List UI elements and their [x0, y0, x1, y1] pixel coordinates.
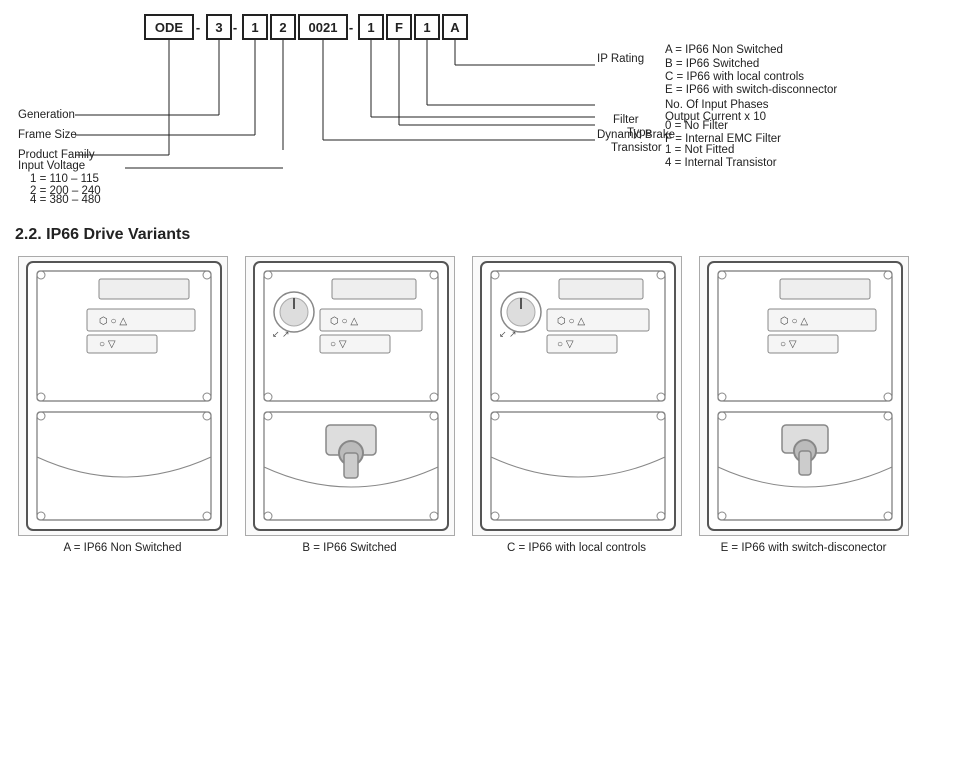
svg-text:↙ ↗: ↙ ↗	[499, 329, 517, 339]
svg-text:⬡ ○ △: ⬡ ○ △	[780, 316, 808, 327]
variant-e-card: ⬡ ○ △ ○ ▽ E =	[696, 256, 911, 554]
svg-text:Generation: Generation	[18, 109, 75, 121]
svg-text:E = IP66 with switch-disconnec: E = IP66 with switch-disconnector	[665, 84, 837, 96]
svg-text:C = IP66 with local controls: C = IP66 with local controls	[665, 71, 804, 83]
svg-text:Frame Size: Frame Size	[18, 129, 77, 141]
part-diagram: ODE - 3 - 1 2 0021 - 1 F 1 A	[15, 10, 945, 208]
svg-text:○ ▽: ○ ▽	[780, 339, 797, 350]
svg-text:1: 1	[423, 20, 430, 35]
svg-text:○ ▽: ○ ▽	[557, 339, 574, 350]
variant-e-image: ⬡ ○ △ ○ ▽	[699, 256, 909, 536]
svg-text:A = IP66 Non Switched: A = IP66 Non Switched	[665, 44, 783, 56]
svg-text:-: -	[349, 20, 353, 35]
svg-text:Input Voltage: Input Voltage	[18, 160, 85, 172]
variant-c-card: ⬡ ○ △ ○ ▽ ↙ ↗ C = IP66 with local contro…	[469, 256, 684, 554]
svg-text:F: F	[395, 20, 403, 35]
variant-b-card: ⬡ ○ △ ○ ▽ ↙ ↗	[242, 256, 457, 554]
svg-text:4 = Internal Transistor: 4 = Internal Transistor	[665, 157, 777, 169]
svg-text:1 = 110 – 115: 1 = 110 – 115	[30, 173, 99, 185]
svg-text:No. Of Input Phases: No. Of Input Phases	[665, 99, 769, 111]
svg-text:-: -	[196, 20, 200, 35]
svg-text:○ ▽: ○ ▽	[99, 339, 116, 350]
svg-text:0021: 0021	[309, 20, 338, 35]
svg-text:2: 2	[279, 20, 286, 35]
variants-grid: ⬡ ○ △ ○ ▽ A = IP66 Non Switched	[15, 256, 945, 554]
svg-text:⬡ ○ △: ⬡ ○ △	[330, 316, 358, 327]
svg-text:⬡ ○ △: ⬡ ○ △	[557, 316, 585, 327]
svg-text:Dynamic Brake: Dynamic Brake	[597, 129, 675, 141]
section-22-title: 2.2. IP66 Drive Variants	[15, 226, 945, 244]
svg-text:B = IP66 Switched: B = IP66 Switched	[665, 58, 759, 70]
variant-c-image: ⬡ ○ △ ○ ▽ ↙ ↗	[472, 256, 682, 536]
variant-a-image: ⬡ ○ △ ○ ▽	[18, 256, 228, 536]
svg-text:Transistor: Transistor	[611, 142, 662, 154]
part-number-svg: ODE - 3 - 1 2 0021 - 1 F 1 A	[15, 10, 945, 205]
svg-text:3: 3	[215, 20, 222, 35]
svg-text:IP Rating: IP Rating	[597, 53, 644, 65]
svg-text:Filter: Filter	[613, 114, 639, 126]
svg-text:○ ▽: ○ ▽	[330, 339, 347, 350]
svg-text:1: 1	[367, 20, 374, 35]
variant-a-label: A = IP66 Non Switched	[64, 542, 182, 554]
variant-b-label: B = IP66 Switched	[302, 542, 396, 554]
variant-e-label: E = IP66 with switch-disconector	[721, 542, 887, 554]
variant-b-image: ⬡ ○ △ ○ ▽ ↙ ↗	[245, 256, 455, 536]
svg-text:1 = Not Fitted: 1 = Not Fitted	[665, 144, 734, 156]
variant-c-label: C = IP66 with local controls	[507, 542, 646, 554]
svg-text:1: 1	[251, 20, 258, 35]
svg-text:ODE: ODE	[155, 20, 184, 35]
variant-a-card: ⬡ ○ △ ○ ▽ A = IP66 Non Switched	[15, 256, 230, 554]
svg-text:↙ ↗: ↙ ↗	[272, 329, 290, 339]
svg-text:A: A	[450, 20, 460, 35]
svg-text:⬡ ○ △: ⬡ ○ △	[99, 316, 127, 327]
svg-text:-: -	[233, 20, 237, 35]
svg-text:4 = 380 – 480: 4 = 380 – 480	[30, 194, 101, 205]
